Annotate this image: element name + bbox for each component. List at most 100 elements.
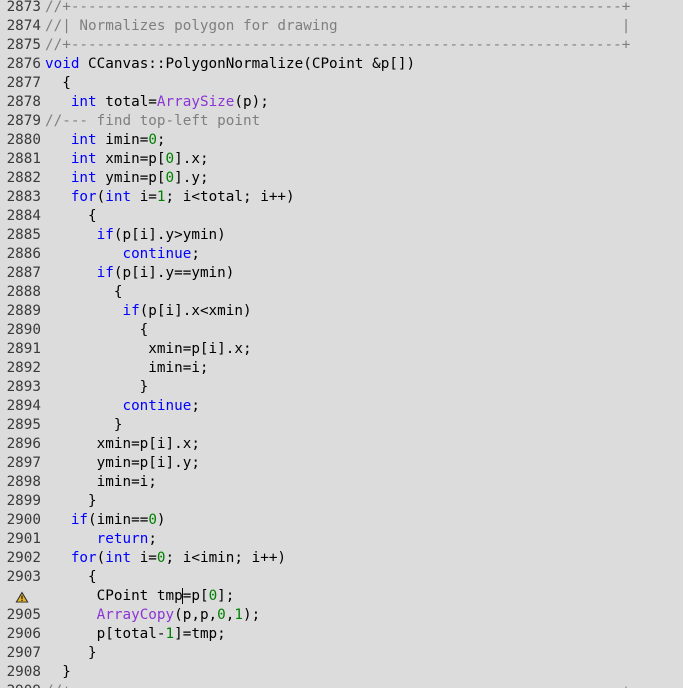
code-token: int: [70, 94, 97, 110]
code-token: (: [96, 189, 106, 205]
code-line[interactable]: 2908 }: [0, 663, 683, 682]
code-text: imin=i;: [45, 359, 209, 378]
code-line[interactable]: 2891 xmin=p[i].x;: [0, 340, 683, 359]
code-line[interactable]: 2909 //+---------------------------------…: [0, 682, 683, 688]
code-line[interactable]: 2877 {: [0, 74, 683, 93]
code-text: xmin=p[i].x;: [45, 435, 200, 454]
code-token: {: [45, 208, 97, 224]
code-line[interactable]: 2899 }: [0, 492, 683, 511]
code-text: {: [45, 74, 71, 93]
code-token: if: [96, 265, 114, 281]
code-line[interactable]: 2885 if(p[i].y>ymin): [0, 226, 683, 245]
code-line[interactable]: 2876 void CCanvas::PolygonNormalize(CPoin…: [0, 55, 683, 74]
code-token: (p[i].y>ymin): [113, 227, 226, 243]
code-line[interactable]: 2882 int ymin=p[0].y;: [0, 169, 683, 188]
code-token: ;: [156, 132, 166, 148]
code-line[interactable]: 2890 {: [0, 321, 683, 340]
code-line[interactable]: 2900 if(imin==0): [0, 511, 683, 530]
code-text: if(p[i].y>ymin): [45, 226, 226, 245]
code-line[interactable]: 2901 return;: [0, 530, 683, 549]
code-line[interactable]: 2881 int xmin=p[0].x;: [0, 150, 683, 169]
line-number: 2908: [6, 664, 41, 680]
code-token: //--- find top-left point: [45, 113, 261, 129]
code-text: void CCanvas::PolygonNormalize(CPoint &p…: [45, 55, 415, 74]
code-text: {: [45, 283, 123, 302]
code-token: int: [70, 132, 97, 148]
code-token: continue: [122, 246, 192, 262]
code-line[interactable]: 2892 imin=i;: [0, 359, 683, 378]
code-text: if(p[i].y==ymin): [45, 264, 235, 283]
line-number: 2901: [6, 531, 41, 547]
code-line[interactable]: 2873 //+---------------------------------…: [0, 0, 683, 17]
code-token: 1: [234, 607, 243, 623]
code-line[interactable]: 2895 }: [0, 416, 683, 435]
code-line[interactable]: 2898 imin=i;: [0, 473, 683, 492]
warning-icon: [15, 591, 29, 603]
code-token: ): [156, 512, 166, 528]
code-token: imin=i;: [45, 360, 209, 376]
line-number: 2898: [6, 474, 41, 490]
line-number: 2874: [6, 18, 41, 34]
code-line[interactable]: 2903 {: [0, 568, 683, 587]
code-token: (p,p,: [174, 607, 218, 623]
line-number: [0, 587, 41, 606]
code-line[interactable]: 2878 int total=ArraySize(p);: [0, 93, 683, 112]
code-token: return: [96, 531, 149, 547]
line-number: 2890: [6, 322, 41, 338]
code-line[interactable]: 2888 {: [0, 283, 683, 302]
code-line[interactable]: 2887 if(p[i].y==ymin): [0, 264, 683, 283]
line-number: 2893: [6, 379, 41, 395]
code-line[interactable]: 2894 continue;: [0, 397, 683, 416]
code-token: ArraySize: [156, 94, 235, 110]
code-line[interactable]: 2886 continue;: [0, 245, 683, 264]
code-text: continue;: [45, 245, 199, 264]
code-line[interactable]: 2883 for(int i=1; i<total; i++): [0, 188, 683, 207]
code-line[interactable]: 2907 }: [0, 644, 683, 663]
code-line[interactable]: 2874//| Normalizes polygon for drawing |: [0, 17, 683, 36]
code-line[interactable]: 2897 ymin=p[i].y;: [0, 454, 683, 473]
code-text: ArrayCopy(p,p,0,1);: [45, 606, 261, 625]
code-line[interactable]: 2875//+---------------------------------…: [0, 36, 683, 55]
line-number: 2906: [6, 626, 41, 642]
code-line[interactable]: 2893 }: [0, 378, 683, 397]
line-number: 2897: [6, 455, 41, 471]
code-line[interactable]: 2889 if(p[i].x<xmin): [0, 302, 683, 321]
line-number: 2902: [6, 550, 41, 566]
line-number: 2880: [6, 132, 41, 148]
code-line[interactable]: 2879//--- find top-left point: [0, 112, 683, 131]
code-line[interactable]: CPoint tmp=p[0];: [0, 587, 683, 606]
code-line[interactable]: 2896 xmin=p[i].x;: [0, 435, 683, 454]
code-token: if: [96, 227, 114, 243]
code-text: }: [45, 378, 149, 397]
line-number: 2881: [6, 151, 41, 167]
code-token: }: [45, 493, 97, 509]
code-token: ; i<imin; i++): [165, 550, 287, 566]
code-text: imin=i;: [45, 473, 157, 492]
code-line[interactable]: 2906 p[total-1]=tmp;: [0, 625, 683, 644]
code-token: 1: [165, 626, 175, 642]
code-editor[interactable]: 2873 //+---------------------------------…: [0, 0, 683, 688]
code-line[interactable]: 2905 ArrayCopy(p,p,0,1);: [0, 606, 683, 625]
code-line[interactable]: 2884 {: [0, 207, 683, 226]
code-text: if(imin==0): [45, 511, 166, 530]
code-text: int ymin=p[0].y;: [45, 169, 209, 188]
line-number: 2909: [0, 682, 41, 688]
code-text: {: [45, 568, 97, 587]
code-line[interactable]: 2902 for(int i=0; i<imin; i++): [0, 549, 683, 568]
code-token: (imin==: [88, 512, 149, 528]
code-token: {: [45, 284, 123, 300]
code-text: return;: [45, 530, 157, 549]
code-line[interactable]: 2880 int imin=0;: [0, 131, 683, 150]
code-text: for(int i=0; i<imin; i++): [45, 549, 286, 568]
code-token: );: [243, 607, 261, 623]
code-token: 0: [156, 550, 166, 566]
code-token: imin=: [96, 132, 149, 148]
code-token: //+-------------------------------------…: [45, 0, 631, 15]
code-token: {: [45, 75, 71, 91]
